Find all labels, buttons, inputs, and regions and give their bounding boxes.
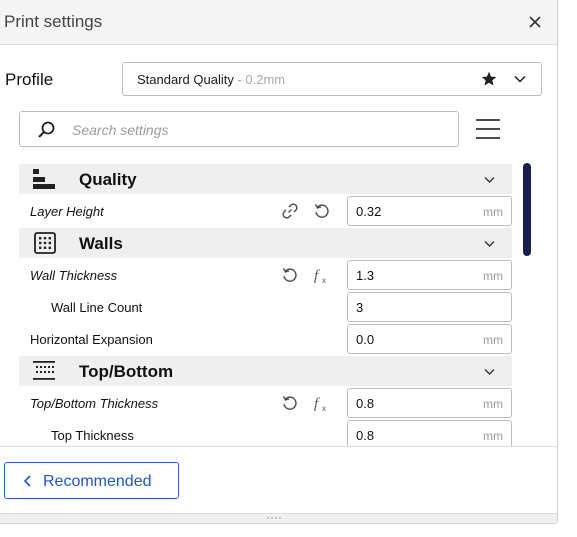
field-value: 0.0 xyxy=(356,332,375,347)
search-icon xyxy=(38,121,55,138)
top-bottom-icon xyxy=(33,361,55,380)
reset-icon[interactable] xyxy=(281,394,299,412)
setting-label: Horizontal Expansion xyxy=(30,332,153,347)
top-thickness-field[interactable]: 0.8 mm xyxy=(347,420,512,446)
svg-text:x: x xyxy=(322,404,326,412)
top-bottom-thickness-field[interactable]: 0.8 mm xyxy=(347,388,512,418)
wall-line-count-field[interactable]: 3 xyxy=(347,292,512,322)
settings-scrollbar[interactable] xyxy=(523,163,531,256)
setting-horizontal-expansion: Horizontal Expansion 0.0 mm xyxy=(19,323,512,355)
reset-icon[interactable] xyxy=(313,202,331,220)
setting-label: Wall Line Count xyxy=(51,300,143,315)
menu-bar xyxy=(476,119,500,121)
svg-text:f: f xyxy=(314,396,320,412)
search-input[interactable] xyxy=(72,119,442,141)
category-label: Quality xyxy=(79,170,137,189)
search-box xyxy=(19,111,459,147)
field-value: 0.8 xyxy=(356,428,375,443)
setting-layer-height: Layer Height 0.32 mm xyxy=(19,195,512,227)
chevron-down-icon xyxy=(514,75,526,83)
field-value: 0.32 xyxy=(356,204,382,219)
chevron-down-icon xyxy=(484,369,495,375)
print-settings-panel: Print settings Profile Standard Quality … xyxy=(0,0,558,524)
svg-text:f: f xyxy=(314,268,320,284)
recommended-button[interactable]: Recommended xyxy=(4,462,179,499)
link-icon[interactable] xyxy=(281,202,299,220)
setting-wall-thickness: Wall Thickness f x 1.3 mm xyxy=(19,259,512,291)
layer-height-field[interactable]: 0.32 mm xyxy=(347,196,512,226)
field-unit: mm xyxy=(483,397,503,411)
resize-grip-icon xyxy=(267,517,281,520)
settings-menu-button[interactable] xyxy=(476,117,502,141)
star-icon[interactable] xyxy=(481,71,497,87)
chevron-down-icon xyxy=(484,241,495,247)
category-quality[interactable]: Quality xyxy=(19,164,512,194)
quality-layers-icon xyxy=(33,169,55,189)
field-unit: mm xyxy=(483,269,503,283)
divider xyxy=(0,446,557,447)
close-button[interactable] xyxy=(524,11,546,33)
setting-label: Top/Bottom Thickness xyxy=(30,396,159,411)
field-value: 1.3 xyxy=(356,268,375,283)
title-bar: Print settings xyxy=(0,0,557,45)
category-label: Top/Bottom xyxy=(79,362,174,381)
menu-bar xyxy=(476,128,500,130)
field-value: 3 xyxy=(356,300,364,315)
field-unit: mm xyxy=(483,333,503,347)
panel-title: Print settings xyxy=(4,12,103,31)
setting-label: Top Thickness xyxy=(51,428,134,443)
menu-bar xyxy=(476,137,500,139)
walls-icon xyxy=(34,232,56,254)
category-top-bottom[interactable]: Top/Bottom xyxy=(19,356,512,386)
svg-text:x: x xyxy=(322,276,326,284)
profile-layer-height: - 0.2mm xyxy=(233,72,286,87)
function-icon[interactable]: f x xyxy=(313,266,331,284)
profile-label: Profile xyxy=(5,70,54,89)
profile-name: Standard Quality xyxy=(137,72,234,87)
field-unit: mm xyxy=(483,205,503,219)
field-value: 0.8 xyxy=(356,396,375,411)
close-icon xyxy=(529,16,541,28)
category-walls[interactable]: Walls xyxy=(19,228,512,258)
profile-select[interactable]: Standard Quality - 0.2mm xyxy=(122,62,542,96)
setting-label: Layer Height xyxy=(30,204,104,219)
category-label: Walls xyxy=(79,234,123,253)
resize-bar[interactable] xyxy=(0,513,557,523)
wall-thickness-field[interactable]: 1.3 mm xyxy=(347,260,512,290)
function-icon[interactable]: f x xyxy=(313,394,331,412)
chevron-left-icon xyxy=(23,475,31,487)
setting-label: Wall Thickness xyxy=(30,268,118,283)
setting-wall-line-count: Wall Line Count 3 xyxy=(19,291,512,323)
setting-top-thickness: Top Thickness 0.8 mm xyxy=(19,419,512,446)
setting-top-bottom-thickness: Top/Bottom Thickness f x 0.8 mm xyxy=(19,387,512,419)
recommended-label: Recommended xyxy=(43,473,152,490)
settings-list: Quality Layer Height 0.32 mm Walls Wall … xyxy=(0,160,520,446)
field-unit: mm xyxy=(483,429,503,443)
chevron-down-icon xyxy=(484,177,495,183)
reset-icon[interactable] xyxy=(281,266,299,284)
horizontal-expansion-field[interactable]: 0.0 mm xyxy=(347,324,512,354)
